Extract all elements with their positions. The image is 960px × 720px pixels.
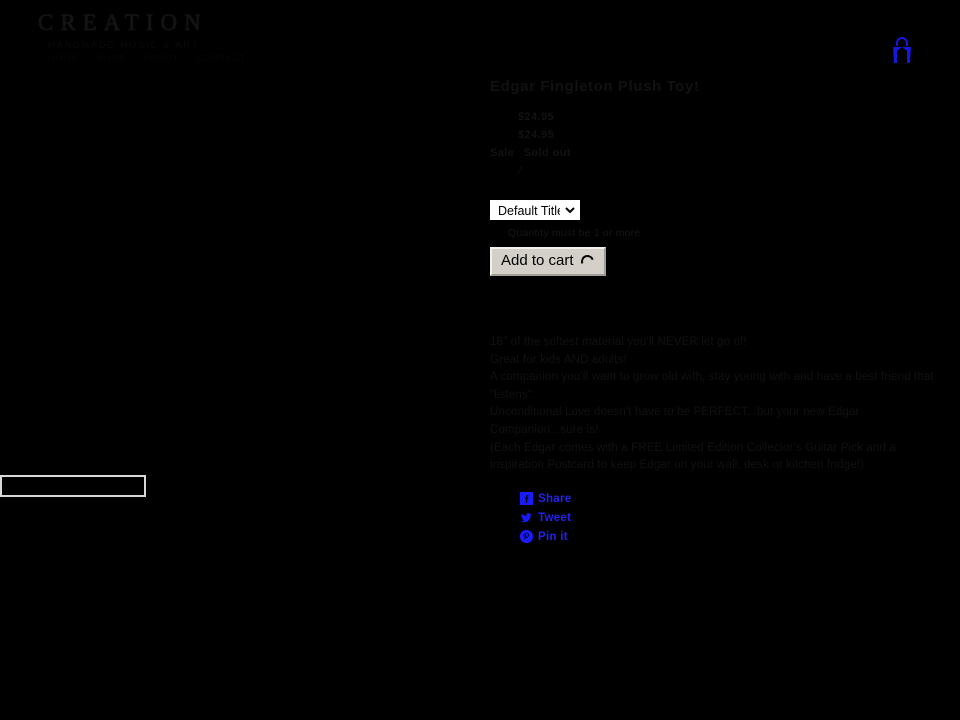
- description-line: Unconditional Love doesn't have to be PE…: [490, 406, 860, 436]
- share-twitter-button[interactable]: Tweet: [520, 508, 720, 527]
- product-compare-at-price: $24.95: [518, 129, 555, 141]
- unit-price-separator: /: [518, 165, 522, 177]
- product-price: $24.95: [518, 111, 555, 123]
- spinner-icon: [578, 252, 596, 270]
- nav-item-contact[interactable]: CONTACT: [197, 53, 247, 63]
- pinterest-icon: [520, 530, 533, 543]
- product-title: Edgar Fingleton Plush Toy!: [490, 78, 700, 95]
- share-facebook-button[interactable]: Share: [520, 489, 720, 508]
- shopping-bag-icon: [893, 37, 911, 63]
- product-thumbnail-strip[interactable]: [0, 475, 146, 497]
- description-line: Great for kids AND adults!: [490, 353, 627, 366]
- variant-selector-wrapper: Default Title: [489, 199, 940, 221]
- share-pinterest-button[interactable]: Pin it: [520, 527, 720, 546]
- primary-navigation[interactable]: HOME SHOP ABOUT CONTACT: [48, 53, 260, 63]
- price-badges: Sale Sold out: [490, 144, 940, 162]
- product-description: 18" of the softest material you'll NEVER…: [490, 334, 940, 475]
- social-share-buttons: Share Tweet Pin it: [520, 489, 720, 546]
- product-main-image[interactable]: [0, 90, 470, 470]
- nav-item-about[interactable]: ABOUT: [143, 53, 179, 63]
- site-tagline: HANDMADE MUSIC & ART: [48, 40, 200, 50]
- sold-out-badge: Sold out: [523, 147, 571, 159]
- twitter-icon: [520, 511, 533, 524]
- cart-button[interactable]: [888, 36, 916, 66]
- sale-badge: Sale: [490, 147, 515, 159]
- nav-item-shop[interactable]: SHOP: [97, 53, 127, 63]
- add-to-cart-label: Add to cart: [501, 252, 574, 269]
- description-line: (Each Edgar comes with a FREE Limited Ed…: [490, 441, 896, 472]
- site-header: CREATION HANDMADE MUSIC & ART HOME SHOP …: [0, 0, 960, 80]
- facebook-icon: [520, 492, 533, 505]
- quantity-error-message: Quantity must be 1 or more: [508, 227, 641, 239]
- description-line: A companion you'll want to grow old with…: [490, 371, 934, 401]
- product-info-panel: Edgar Fingleton Plush Toy! $24.95 $24.95…: [489, 78, 940, 276]
- product-gallery: [0, 90, 470, 550]
- variant-select[interactable]: Default Title: [489, 199, 581, 221]
- share-pinterest-label: Pin it: [538, 530, 568, 543]
- share-facebook-label: Share: [538, 492, 572, 505]
- description-line: 18" of the softest material you'll NEVER…: [490, 336, 747, 348]
- nav-item-home[interactable]: HOME: [48, 53, 79, 63]
- site-logo[interactable]: CREATION: [38, 10, 208, 36]
- add-to-cart-button[interactable]: Add to cart: [490, 247, 606, 276]
- share-twitter-label: Tweet: [538, 511, 572, 524]
